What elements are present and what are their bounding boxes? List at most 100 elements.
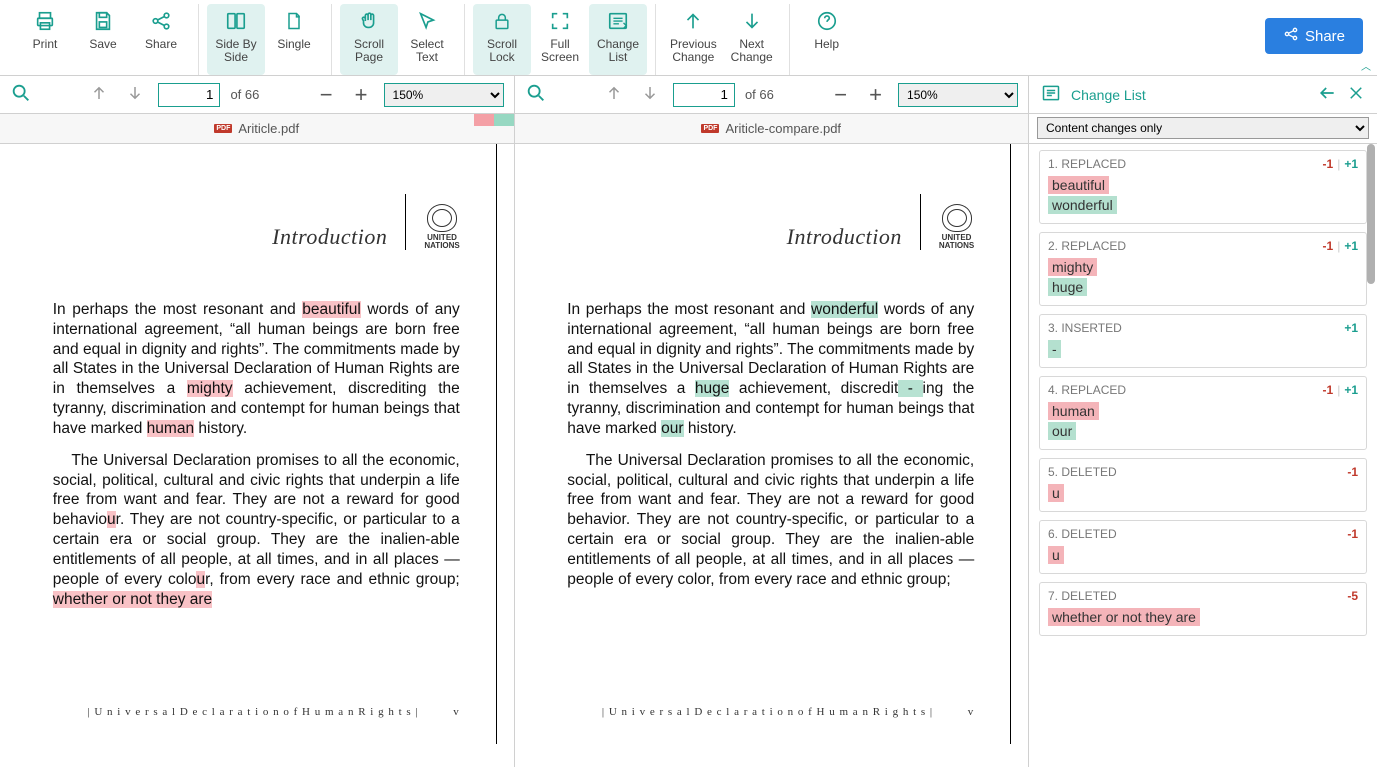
change-index: 7. DELETED <box>1048 589 1347 603</box>
change-list-body[interactable]: 1. REPLACED-1|+1beautifulwonderful 2. REP… <box>1029 144 1377 767</box>
zoom-out-left[interactable]: − <box>314 84 339 106</box>
diff-ins[interactable]: huge <box>695 380 729 397</box>
un-logo-block: UNITED NATIONS <box>939 204 974 250</box>
change-list-button[interactable]: Change List <box>589 4 647 75</box>
single-button[interactable]: Single <box>265 4 323 75</box>
share-primary-label: Share <box>1305 28 1345 45</box>
arrow-down-icon <box>741 8 763 34</box>
tab-row: PDF Ariticle.pdf PDF Ariticle-compare.pd… <box>0 114 1377 144</box>
change-index: 4. REPLACED <box>1048 383 1323 397</box>
diff-del[interactable]: mighty <box>187 380 233 397</box>
tab-right-label: Ariticle-compare.pdf <box>725 121 841 136</box>
page-up-icon[interactable] <box>601 84 627 105</box>
page-down-icon[interactable] <box>637 84 663 105</box>
change-index: 2. REPLACED <box>1048 239 1323 253</box>
change-card[interactable]: 6. DELETED-1u <box>1039 520 1367 574</box>
diff-del-chip: human <box>1048 402 1099 420</box>
tab-left[interactable]: PDF Ariticle.pdf <box>0 114 515 144</box>
zoom-in-left[interactable]: + <box>349 84 374 106</box>
page-input-left[interactable] <box>158 83 220 107</box>
diff-ins-chip: - <box>1048 340 1061 358</box>
select-text-label: Select Text <box>410 38 443 64</box>
change-list-title: Change List <box>1071 87 1307 103</box>
tab-right[interactable]: PDF Ariticle-compare.pdf <box>515 114 1030 144</box>
scroll-page-label: Scroll Page <box>354 38 384 64</box>
change-card[interactable]: 2. REPLACED-1|+1mightyhuge <box>1039 232 1367 306</box>
save-icon <box>92 8 114 34</box>
intro-heading: Introduction <box>272 224 387 250</box>
single-label: Single <box>277 38 310 51</box>
select-text-button[interactable]: Select Text <box>398 4 456 75</box>
diff-del[interactable]: human <box>147 420 194 437</box>
share-primary-button[interactable]: Share <box>1265 18 1363 54</box>
page-total-left: of 66 <box>230 87 259 102</box>
main-area: Introduction UNITED NATIONS In perhaps t… <box>0 144 1377 767</box>
nav-pane-right: of 66 − + 150% <box>515 76 1030 113</box>
scroll-page-button[interactable]: Scroll Page <box>340 4 398 75</box>
change-index: 5. DELETED <box>1048 465 1347 479</box>
nav-pane-left: of 66 − + 150% <box>0 76 515 113</box>
diff-del[interactable]: whether or not they are <box>53 591 212 608</box>
collapse-toolbar-icon[interactable]: ︿ <box>1361 58 1371 73</box>
print-button[interactable]: Print <box>16 4 74 75</box>
change-card[interactable]: 3. INSERTED+1- <box>1039 314 1367 368</box>
lock-icon <box>492 8 512 34</box>
change-card[interactable]: 1. REPLACED-1|+1beautifulwonderful <box>1039 150 1367 224</box>
change-filter-select[interactable]: Content changes only <box>1037 117 1369 139</box>
save-button[interactable]: Save <box>74 4 132 75</box>
page-footer: | U n i v e r s a l D e c l a r a t i o … <box>567 706 974 718</box>
doc-pane-left[interactable]: Introduction UNITED NATIONS In perhaps t… <box>0 144 515 767</box>
zoom-out-right[interactable]: − <box>828 84 853 106</box>
diff-ins[interactable]: wonderful <box>811 301 878 318</box>
full-screen-button[interactable]: Full Screen <box>531 4 589 75</box>
help-button[interactable]: Help <box>798 4 856 75</box>
change-card[interactable]: 7. DELETED-5whether or not they are <box>1039 582 1367 636</box>
diff-del[interactable]: beautiful <box>302 301 361 318</box>
zoom-select-left[interactable]: 150% <box>384 83 504 107</box>
zoom-select-right[interactable]: 150% <box>898 83 1018 107</box>
page-up-icon[interactable] <box>86 84 112 105</box>
diff-del[interactable]: u <box>107 511 116 528</box>
next-change-button[interactable]: Next Change <box>723 4 781 75</box>
diff-del-chip: mighty <box>1048 258 1097 276</box>
diff-ins-chip: wonderful <box>1048 196 1117 214</box>
diff-ins[interactable]: our <box>661 420 683 437</box>
print-icon <box>34 8 56 34</box>
body-text-right: In perhaps the most resonant and wonderf… <box>567 300 974 590</box>
scroll-lock-label: Scroll Lock <box>487 38 517 64</box>
page-input-right[interactable] <box>673 83 735 107</box>
share-label: Share <box>145 38 177 51</box>
intro-heading: Introduction <box>787 224 902 250</box>
diff-del-chip: u <box>1048 484 1064 502</box>
pdf-icon: PDF <box>701 124 719 133</box>
doc-pane-right[interactable]: Introduction UNITED NATIONS In perhaps t… <box>515 144 1030 767</box>
change-list-icon <box>1041 83 1061 106</box>
back-arrow-icon[interactable] <box>1317 83 1337 106</box>
change-filter-wrap: Content changes only <box>1029 114 1377 144</box>
change-card[interactable]: 4. REPLACED-1|+1humanour <box>1039 376 1367 450</box>
previous-change-label: Previous Change <box>670 38 717 64</box>
change-list-header: Change List <box>1029 76 1377 113</box>
change-card[interactable]: 5. DELETED-1u <box>1039 458 1367 512</box>
previous-change-button[interactable]: Previous Change <box>664 4 723 75</box>
page-down-icon[interactable] <box>122 84 148 105</box>
search-icon[interactable] <box>10 82 32 107</box>
minimap-left <box>474 114 514 143</box>
side-by-side-button[interactable]: Side By Side <box>207 4 265 75</box>
body-text-left: In perhaps the most resonant and beautif… <box>53 300 460 609</box>
diff-del-chip: u <box>1048 546 1064 564</box>
full-screen-label: Full Screen <box>541 38 579 64</box>
scroll-lock-button[interactable]: Scroll Lock <box>473 4 531 75</box>
help-icon <box>816 8 838 34</box>
change-list-label: Change List <box>597 38 639 64</box>
close-icon[interactable] <box>1347 84 1365 105</box>
tab-left-label: Ariticle.pdf <box>238 121 299 136</box>
change-index: 3. INSERTED <box>1048 321 1344 335</box>
diff-ins[interactable]: - <box>898 380 922 397</box>
share-button[interactable]: Share <box>132 4 190 75</box>
share-icon <box>150 8 172 34</box>
diff-del[interactable]: u <box>196 571 205 588</box>
diff-del-chip: whether or not they are <box>1048 608 1200 626</box>
search-icon[interactable] <box>525 82 547 107</box>
zoom-in-right[interactable]: + <box>863 84 888 106</box>
